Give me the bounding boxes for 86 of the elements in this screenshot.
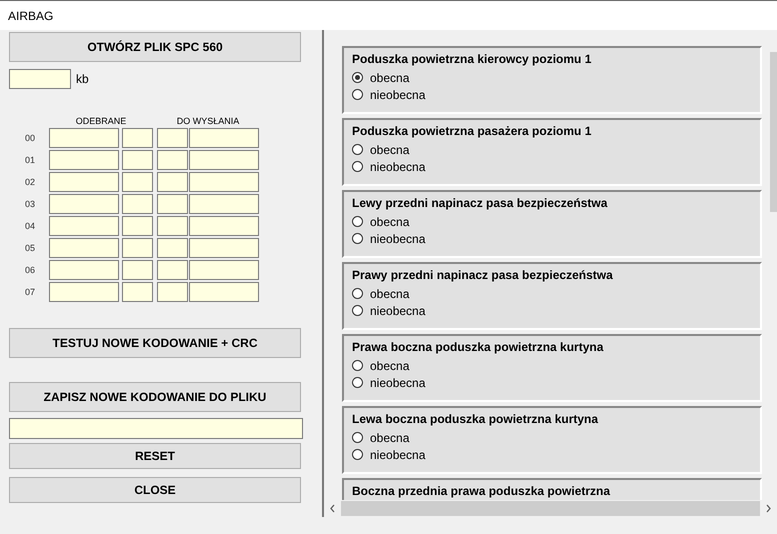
row-label: 01 (25, 154, 36, 167)
byte-field[interactable] (189, 150, 259, 170)
scrollbar-thumb[interactable] (770, 52, 777, 212)
byte-field[interactable] (189, 216, 259, 236)
radio-button[interactable] (352, 144, 363, 155)
column-header: ODEBRANE (74, 116, 128, 126)
group-title: Lewa boczna poduszka powietrzna kurtyna (352, 412, 598, 426)
byte-field[interactable] (157, 216, 188, 236)
radio-label[interactable]: nieobecna (370, 376, 426, 390)
open-file-button[interactable]: OTWÓRZ PLIK SPC 560 (9, 32, 301, 62)
radio-button[interactable] (352, 72, 363, 83)
byte-field[interactable] (49, 238, 119, 258)
byte-field[interactable] (49, 150, 119, 170)
byte-field[interactable] (157, 260, 188, 280)
save-button[interactable]: ZAPISZ NOWE KODOWANIE DO PLIKU (9, 382, 301, 412)
scroll-left-icon[interactable] (330, 504, 334, 512)
group-title: Lewy przedni napinacz pasa bezpieczeństwa (352, 196, 608, 210)
byte-field[interactable] (49, 194, 119, 214)
byte-field[interactable] (49, 282, 119, 302)
radio-label[interactable]: obecna (370, 70, 410, 84)
byte-field[interactable] (49, 128, 119, 148)
radio-label[interactable]: obecna (370, 142, 410, 156)
row-label: 05 (25, 242, 36, 255)
byte-field[interactable] (122, 128, 153, 148)
close-button[interactable]: CLOSE (9, 477, 301, 503)
row-label: 02 (25, 176, 36, 189)
column-header: DO WYSŁANIA (176, 116, 240, 126)
byte-field[interactable] (122, 150, 153, 170)
byte-field[interactable] (122, 260, 153, 280)
radio-button[interactable] (352, 288, 363, 299)
radio-button[interactable] (352, 377, 363, 388)
unit-label: kb (76, 72, 89, 86)
radio-button[interactable] (352, 161, 363, 172)
radio-label[interactable]: nieobecna (370, 232, 426, 246)
byte-field[interactable] (157, 282, 188, 302)
radio-label[interactable]: nieobecna (370, 160, 426, 174)
radio-button[interactable] (352, 89, 363, 100)
byte-field[interactable] (122, 282, 153, 302)
byte-field[interactable] (189, 238, 259, 258)
byte-field[interactable] (189, 172, 259, 192)
radio-button[interactable] (352, 432, 363, 443)
row-label: 00 (25, 132, 36, 145)
scroll-right-icon[interactable] (766, 504, 771, 512)
byte-field[interactable] (122, 172, 153, 192)
byte-field[interactable] (49, 216, 119, 236)
radio-label[interactable]: nieobecna (370, 448, 426, 462)
byte-field[interactable] (189, 260, 259, 280)
group-title: Boczna przednia prawa poduszka powietrzna (352, 484, 610, 498)
byte-field[interactable] (189, 282, 259, 302)
byte-field[interactable] (189, 194, 259, 214)
group-title: Poduszka powietrzna pasażera poziomu 1 (352, 124, 592, 138)
byte-field[interactable] (157, 150, 188, 170)
byte-field[interactable] (122, 216, 153, 236)
row-label: 04 (25, 220, 36, 233)
size-field[interactable] (9, 69, 71, 89)
row-label: 07 (25, 286, 36, 299)
radio-label[interactable]: obecna (370, 430, 410, 444)
byte-field[interactable] (49, 172, 119, 192)
radio-label[interactable]: nieobecna (370, 88, 426, 102)
radio-button[interactable] (352, 360, 363, 371)
test-button[interactable]: TESTUJ NOWE KODOWANIE + CRC (9, 328, 301, 358)
radio-label[interactable]: obecna (370, 214, 410, 228)
group-title: Prawy przedni napinacz pasa bezpieczeństwa (352, 268, 613, 282)
radio-button[interactable] (352, 216, 363, 227)
byte-field[interactable] (122, 194, 153, 214)
byte-field[interactable] (122, 238, 153, 258)
group-title: Prawa boczna poduszka powietrzna kurtyna (352, 340, 604, 354)
path-field[interactable] (9, 418, 303, 439)
reset-button[interactable]: RESET (9, 443, 301, 469)
byte-field[interactable] (49, 260, 119, 280)
radio-button[interactable] (352, 233, 363, 244)
scrollbar-thumb[interactable] (341, 501, 760, 516)
byte-field[interactable] (189, 128, 259, 148)
radio-button[interactable] (352, 449, 363, 460)
byte-field[interactable] (157, 128, 188, 148)
radio-label[interactable]: obecna (370, 358, 410, 372)
byte-field[interactable] (157, 172, 188, 192)
radio-label[interactable]: obecna (370, 286, 410, 300)
radio-label[interactable]: nieobecna (370, 304, 426, 318)
byte-field[interactable] (157, 238, 188, 258)
window-title: AIRBAG (8, 8, 54, 22)
group-title: Poduszka powietrzna kierowcy poziomu 1 (352, 52, 592, 66)
byte-field[interactable] (157, 194, 188, 214)
row-label: 06 (25, 264, 36, 277)
radio-button[interactable] (352, 305, 363, 316)
row-label: 03 (25, 198, 36, 211)
